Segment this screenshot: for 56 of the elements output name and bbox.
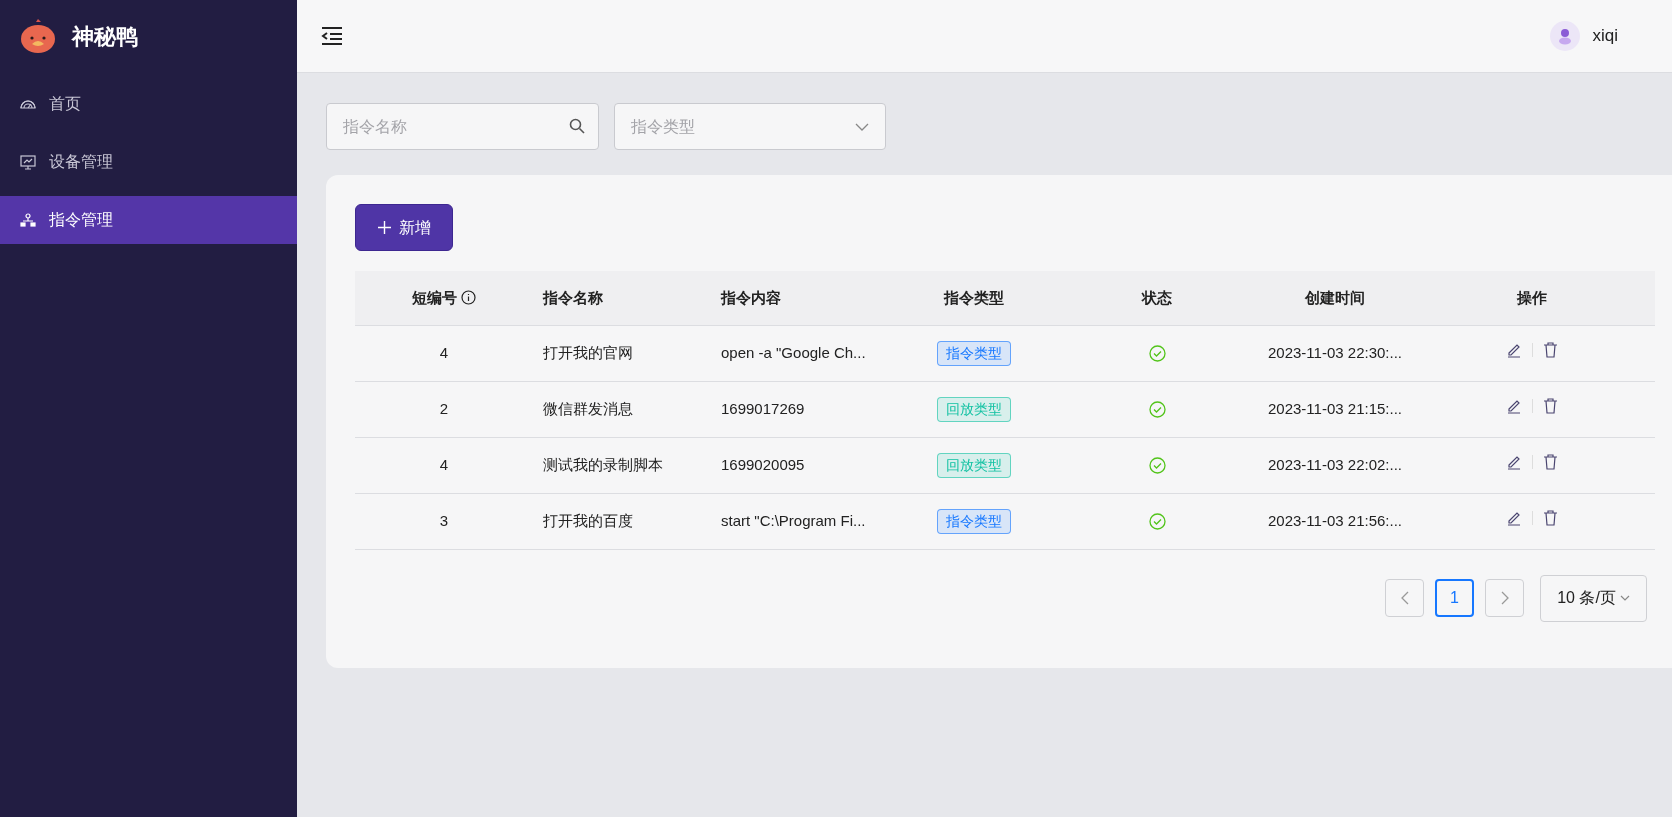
type-tag: 回放类型 <box>937 452 1011 478</box>
table-cell: 2 <box>439 399 449 417</box>
info-icon <box>461 290 476 306</box>
app-title: 神秘鸭 <box>72 22 138 51</box>
sidebar-item[interactable]: 首页 <box>0 80 297 128</box>
table-cell: 4 <box>439 455 449 473</box>
plus-icon <box>377 221 391 234</box>
duck-logo-icon <box>20 19 56 53</box>
monitor-icon <box>19 153 37 171</box>
avatar-icon[interactable] <box>1550 21 1581 51</box>
column-header: 指令内容 <box>721 288 781 306</box>
column-header: 指令类型 <box>944 288 1004 306</box>
table-cell: 3 <box>439 511 449 529</box>
sidebar-item[interactable]: 设备管理 <box>0 138 297 186</box>
edit-icon[interactable] <box>1505 510 1522 526</box>
menu-fold-icon[interactable] <box>321 26 343 46</box>
table-cell: 2023-11-03 22:30:... <box>1268 343 1402 361</box>
chevron-down-icon <box>1619 595 1630 601</box>
table-cell: 微信群发消息 <box>543 399 633 417</box>
hierarchy-icon <box>19 211 37 229</box>
table-cell: 打开我的官网 <box>543 343 633 361</box>
sidebar-item[interactable]: 指令管理 <box>0 196 297 244</box>
type-tag: 回放类型 <box>937 396 1011 422</box>
delete-icon[interactable] <box>1542 342 1558 358</box>
chevron-right-icon <box>1500 591 1509 605</box>
column-header: 短编号 <box>412 287 457 308</box>
user-name[interactable]: xiqi <box>1592 23 1618 49</box>
column-header: 状态 <box>1142 288 1172 306</box>
delete-icon[interactable] <box>1542 510 1558 526</box>
table-cell: 2023-11-03 21:15:... <box>1268 399 1402 417</box>
type-tag: 指令类型 <box>937 340 1011 366</box>
chevron-down-icon <box>855 122 869 131</box>
column-header: 指令名称 <box>543 288 603 306</box>
table-cell: 打开我的百度 <box>543 511 633 529</box>
table-cell: 2023-11-03 22:02:... <box>1268 455 1402 473</box>
chevron-left-icon <box>1400 591 1409 605</box>
table-cell: start "C:\Program Fi... <box>721 511 866 529</box>
table-cell: 2023-11-03 21:56:... <box>1268 511 1402 529</box>
search-icon <box>569 118 585 134</box>
page-size-select[interactable]: 10 条/页 <box>1540 574 1647 622</box>
delete-icon[interactable] <box>1542 454 1558 470</box>
table-cell: 测试我的录制脚本 <box>543 455 663 473</box>
edit-icon[interactable] <box>1505 398 1522 414</box>
search-field[interactable]: 指令名称 <box>326 103 599 150</box>
page-button[interactable]: 1 <box>1435 579 1474 617</box>
table-cell: 4 <box>439 343 449 361</box>
table-cell: open -a "Google Ch... <box>721 343 866 361</box>
column-header: 操作 <box>1516 288 1547 306</box>
table-cell: 1699020095 <box>721 455 805 473</box>
type-tag: 指令类型 <box>937 508 1011 534</box>
table-cell: 1699017269 <box>721 399 805 417</box>
delete-icon[interactable] <box>1542 398 1558 414</box>
column-header: 创建时间 <box>1305 288 1365 306</box>
edit-icon[interactable] <box>1505 454 1522 470</box>
add-button[interactable]: 新增 <box>355 204 453 251</box>
edit-icon[interactable] <box>1505 342 1522 358</box>
